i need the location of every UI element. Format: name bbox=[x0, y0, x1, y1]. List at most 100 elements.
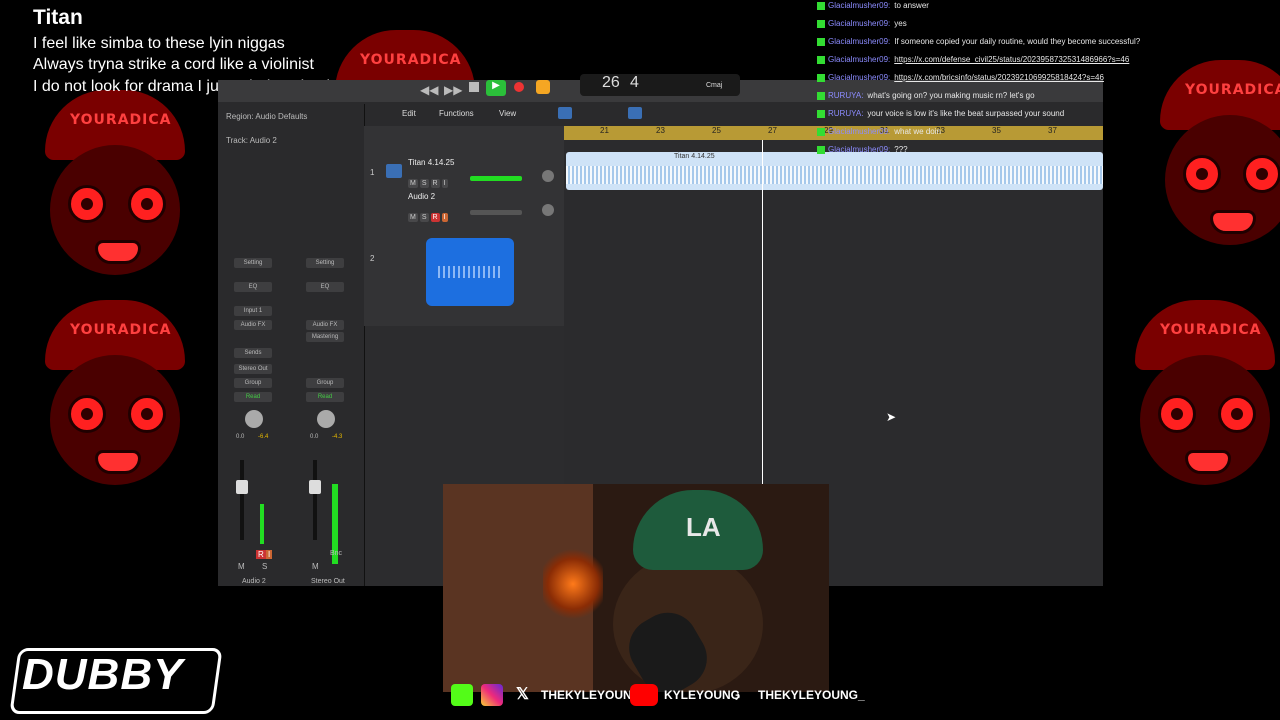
inspector-panel: Region: Audio Defaults Track: Audio 2 Se… bbox=[218, 104, 365, 586]
chat-message: Glacialmusher09: to answer bbox=[817, 1, 929, 10]
chat-message: RURUYA: your voice is low it's like the b… bbox=[817, 109, 1064, 118]
instagram-icon bbox=[481, 684, 503, 706]
chat-link[interactable]: https://x.com/defense_civil25/status/202… bbox=[894, 55, 1129, 64]
audio-region[interactable]: Titan 4.14.25 bbox=[566, 152, 1103, 190]
input-slot[interactable]: Input 1 bbox=[234, 306, 272, 316]
waveform bbox=[566, 166, 1103, 184]
bg-face-1: YOURADICA bbox=[40, 90, 190, 290]
chat-link[interactable]: https://x.com/bricsinfo/status/202392106… bbox=[894, 73, 1104, 82]
track-2-pan-knob[interactable] bbox=[542, 204, 554, 216]
rewind-icon[interactable]: ◀◀ bbox=[420, 83, 438, 97]
lcd-bar: 26 bbox=[602, 74, 620, 91]
mute-right[interactable]: M bbox=[312, 562, 319, 571]
ruler-tick: 25 bbox=[712, 126, 721, 135]
fader-right[interactable] bbox=[309, 480, 321, 494]
x-handle: THEKYLEYOUNG bbox=[541, 688, 642, 702]
output-slot[interactable]: Stereo Out bbox=[234, 364, 272, 374]
la-logo: LA bbox=[686, 512, 721, 542]
stop-icon[interactable] bbox=[469, 82, 479, 92]
chat-message: RURUYA: what's going on? you making music… bbox=[817, 91, 1035, 100]
inspector-track[interactable]: Track: Audio 2 bbox=[226, 136, 277, 145]
audio-waveform-icon bbox=[426, 238, 514, 306]
eq-slot-right[interactable]: EQ bbox=[306, 282, 344, 292]
group-slot-left[interactable]: Group bbox=[234, 378, 272, 388]
region-label: Titan 4.14.25 bbox=[674, 153, 715, 160]
group-slot-right[interactable]: Group bbox=[306, 378, 344, 388]
track-2-input[interactable]: I bbox=[441, 213, 448, 222]
ruler-tick: 37 bbox=[1048, 126, 1057, 135]
chat-message: Glacialmusher09:??? bbox=[817, 145, 908, 154]
youtube-handle: KYLEYOUNG bbox=[664, 688, 741, 702]
lyrics-title: Titan bbox=[33, 6, 83, 29]
lcd-display: 26 4 Cmaj bbox=[580, 74, 740, 96]
fader-track-left bbox=[240, 460, 244, 540]
solo-left[interactable]: S bbox=[262, 562, 267, 571]
track-2-name[interactable]: Audio 2 bbox=[408, 192, 435, 201]
tiktok-icon: ♪ bbox=[734, 687, 741, 703]
mute-left[interactable]: M bbox=[238, 562, 245, 571]
track-list: 1 Titan 4.14.25 MSRI Audio 2 MSRI 2 bbox=[364, 126, 564, 326]
lcd-key: Cmaj bbox=[706, 82, 723, 89]
track-1-input[interactable]: I bbox=[441, 179, 448, 188]
dubby-logo: DUBBY bbox=[22, 650, 184, 699]
track-1-record[interactable]: R bbox=[430, 179, 440, 188]
youtube-icon bbox=[630, 684, 658, 706]
automation-read-left[interactable]: Read bbox=[234, 392, 272, 402]
record-enable-left[interactable]: R bbox=[256, 550, 266, 559]
track-2-record[interactable]: R bbox=[430, 213, 440, 222]
sends-slot[interactable]: Sends bbox=[234, 348, 272, 358]
inspector-region[interactable]: Region: Audio Defaults bbox=[226, 112, 307, 121]
mastering-slot[interactable]: Mastering bbox=[306, 332, 344, 342]
track-2-volume-slider[interactable] bbox=[470, 210, 522, 215]
play-icon[interactable]: ▶ bbox=[486, 80, 506, 96]
track-1-mute[interactable]: M bbox=[408, 179, 418, 188]
playhead[interactable] bbox=[762, 140, 763, 484]
chat-message: Glacialmusher09: If someone copied your d… bbox=[817, 37, 1140, 46]
menu-view[interactable]: View bbox=[499, 109, 516, 118]
cursor-icon: ➤ bbox=[886, 410, 897, 424]
track-1-pan-knob[interactable] bbox=[542, 170, 554, 182]
track-2-solo[interactable]: S bbox=[419, 213, 429, 222]
bg-face-2: YOURADICA bbox=[40, 300, 190, 500]
lyric-line-1: I feel like simba to these lyin niggas bbox=[33, 35, 285, 52]
peak-readout-left: -6.4 bbox=[258, 434, 269, 440]
eq-slot-left[interactable]: EQ bbox=[234, 282, 272, 292]
cycle-icon[interactable] bbox=[536, 80, 550, 94]
track-1-volume-slider[interactable] bbox=[470, 176, 522, 181]
webcam-feed: LA bbox=[443, 484, 829, 692]
automation-read-right[interactable]: Read bbox=[306, 392, 344, 402]
menu-functions[interactable]: Functions bbox=[439, 109, 474, 118]
track-1-number: 1 bbox=[370, 168, 375, 177]
channel-name-left: Audio 2 bbox=[242, 578, 266, 585]
track-2-mute[interactable]: M bbox=[408, 213, 418, 222]
ruler-tick: 27 bbox=[768, 126, 777, 135]
channel-name-right: Stereo Out bbox=[311, 578, 345, 585]
fader-left[interactable] bbox=[236, 480, 248, 494]
x-icon: 𝕏 bbox=[516, 686, 529, 703]
fader-track-right bbox=[313, 460, 317, 540]
track-1-name[interactable]: Titan 4.14.25 bbox=[408, 158, 454, 167]
list-view-icon[interactable] bbox=[558, 107, 572, 119]
meter-left bbox=[260, 504, 264, 544]
input-monitor-left[interactable]: I bbox=[266, 550, 273, 559]
menu-edit[interactable]: Edit bbox=[402, 109, 416, 118]
chat-message: Glacialmusher09: https://x.com/defense_ci… bbox=[817, 55, 1129, 64]
bg-face-5: YOURADICA bbox=[1130, 300, 1280, 500]
setting-slot-right[interactable]: Setting bbox=[306, 258, 344, 268]
forward-icon[interactable]: ▶▶ bbox=[444, 83, 462, 97]
setting-slot-left[interactable]: Setting bbox=[234, 258, 272, 268]
bounce-button[interactable]: Bnc bbox=[330, 550, 342, 557]
bg-face-4: YOURADICA bbox=[1155, 60, 1280, 260]
string-lights bbox=[543, 544, 603, 624]
pan-knob-left[interactable] bbox=[245, 410, 263, 428]
pan-knob-right[interactable] bbox=[317, 410, 335, 428]
chat-message: Glacialmusher09: what we doin bbox=[817, 127, 941, 136]
chat-message: Glacialmusher09: https://x.com/bricsinfo/… bbox=[817, 73, 1104, 82]
ruler-tick: 23 bbox=[656, 126, 665, 135]
snap-icon[interactable] bbox=[628, 107, 642, 119]
track-1-solo[interactable]: S bbox=[419, 179, 429, 188]
audio-fx-left[interactable]: Audio FX bbox=[234, 320, 272, 330]
audio-fx-right[interactable]: Audio FX bbox=[306, 320, 344, 330]
track-2-number: 2 bbox=[370, 254, 375, 263]
record-icon[interactable] bbox=[514, 82, 524, 92]
